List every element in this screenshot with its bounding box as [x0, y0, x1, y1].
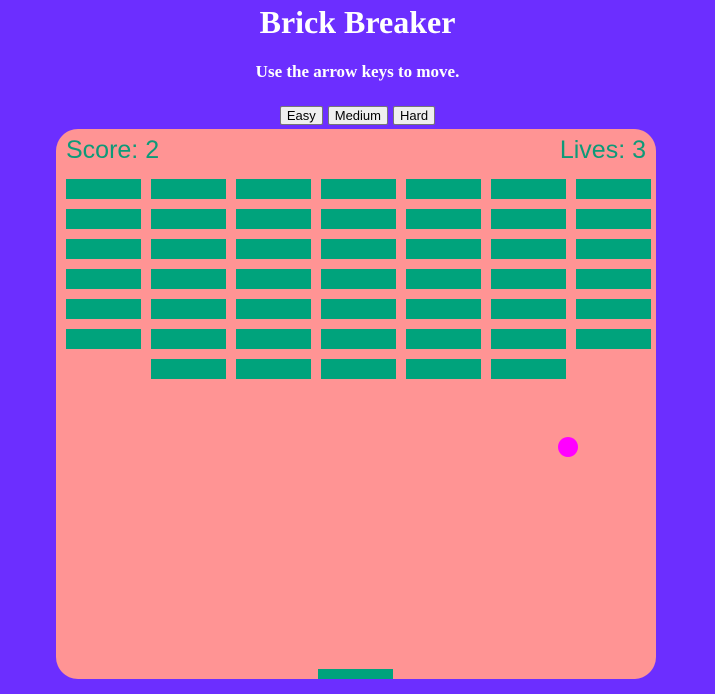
brick	[321, 179, 396, 199]
brick	[576, 209, 651, 229]
brick	[151, 329, 226, 349]
brick	[321, 239, 396, 259]
game-board[interactable]: Score: 2 Lives: 3	[56, 129, 656, 679]
brick	[66, 179, 141, 199]
brick	[406, 209, 481, 229]
brick	[491, 269, 566, 289]
brick	[151, 239, 226, 259]
brick	[576, 269, 651, 289]
hard-button[interactable]: Hard	[392, 106, 436, 125]
brick	[66, 299, 141, 319]
brick	[491, 179, 566, 199]
brick	[321, 359, 396, 379]
brick	[236, 239, 311, 259]
brick	[236, 329, 311, 349]
brick	[236, 359, 311, 379]
brick	[236, 299, 311, 319]
brick	[406, 179, 481, 199]
brick	[151, 209, 226, 229]
brick	[236, 269, 311, 289]
brick	[406, 269, 481, 289]
brick	[321, 209, 396, 229]
brick	[236, 209, 311, 229]
brick	[406, 239, 481, 259]
brick	[406, 299, 481, 319]
brick	[491, 209, 566, 229]
brick	[491, 239, 566, 259]
brick	[66, 209, 141, 229]
game-page: Brick Breaker Use the arrow keys to move…	[0, 0, 715, 694]
brick	[151, 269, 226, 289]
brick	[151, 179, 226, 199]
brick	[576, 329, 651, 349]
easy-button[interactable]: Easy	[279, 106, 323, 125]
brick	[66, 239, 141, 259]
instructions-text: Use the arrow keys to move.	[255, 62, 460, 81]
brick	[321, 269, 396, 289]
brick	[406, 359, 481, 379]
brick	[576, 239, 651, 259]
brick	[321, 329, 396, 349]
brick	[491, 299, 566, 319]
paddle[interactable]	[318, 669, 393, 679]
brick	[576, 299, 651, 319]
brick	[321, 299, 396, 319]
page-title: Brick Breaker	[259, 4, 456, 40]
brick	[66, 269, 141, 289]
lives-display: Lives: 3	[559, 136, 646, 164]
medium-button[interactable]: Medium	[327, 106, 388, 125]
difficulty-selector: Easy Medium Hard	[0, 106, 715, 125]
brick	[151, 299, 226, 319]
brick	[576, 179, 651, 199]
brick	[66, 329, 141, 349]
brick	[151, 359, 226, 379]
brick	[491, 329, 566, 349]
ball	[558, 437, 578, 457]
brick	[236, 179, 311, 199]
brick	[406, 329, 481, 349]
score-display: Score: 2	[66, 136, 160, 164]
brick	[491, 359, 566, 379]
